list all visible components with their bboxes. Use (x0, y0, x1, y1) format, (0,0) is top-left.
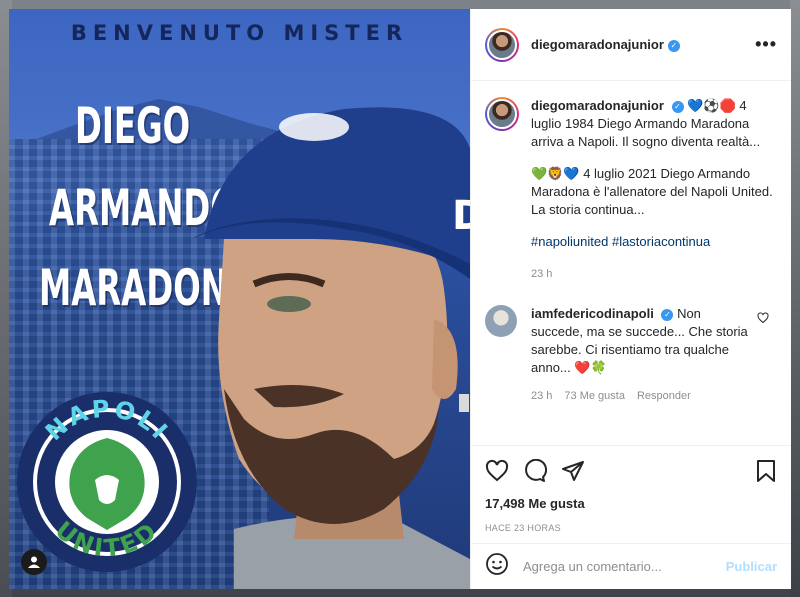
caption-time: 23 h (531, 268, 553, 280)
badge-bottom-text: UNITED (50, 516, 161, 563)
avatar[interactable] (485, 27, 519, 62)
caption-paragraph-1: diegomaradonajunior ✓ 💙⚽🛑 4 luglio 1984 … (531, 97, 777, 151)
caption-hashtags: #napoliunited #lastoriacontinua (531, 233, 777, 251)
header-username[interactable]: diegomaradonajunior ✓ (531, 37, 680, 52)
comment-item: iamfedericodinapoli ✓ Non succede, ma se… (485, 305, 777, 405)
verified-badge-icon: ✓ (671, 101, 684, 113)
post-modal: BENVENUTO MISTER DIEGO ARMANDO MARADONA (9, 9, 791, 589)
publish-button[interactable]: Publicar (726, 559, 777, 574)
post-header: diegomaradonajunior ✓ ••• (471, 9, 791, 81)
emoji-smiley-icon[interactable] (485, 552, 509, 581)
person-icon[interactable] (21, 549, 47, 575)
comment-body: iamfedericodinapoli ✓ Non succede, ma se… (531, 305, 756, 405)
caption-emoji-1: 💙⚽🛑 (687, 98, 736, 113)
reply-button[interactable]: Responder (637, 387, 691, 405)
person-portrait: D (194, 107, 470, 589)
comment-bubble-icon[interactable] (523, 459, 547, 483)
bookmark-save-icon[interactable] (755, 459, 777, 483)
verified-badge-icon: ✓ (667, 40, 680, 52)
commenter-avatar[interactable] (485, 305, 517, 337)
comment-like-heart-icon[interactable] (757, 311, 769, 329)
actions-bar: 17,498 Me gusta HACE 23 HORAS (471, 445, 791, 533)
share-send-icon[interactable] (561, 459, 585, 483)
svg-text:D: D (452, 193, 470, 239)
like-heart-icon[interactable] (485, 459, 509, 483)
verified-badge-icon: ✓ (661, 309, 674, 321)
badge-text-layer: NAPOLI UNITED (40, 395, 175, 563)
svg-text:NAPOLI: NAPOLI (40, 395, 175, 447)
svg-text:UNITED: UNITED (50, 516, 164, 563)
caption-username[interactable]: diegomaradonajunior (531, 98, 664, 113)
comment-input[interactable] (523, 559, 726, 574)
hashtag-links[interactable]: #napoliunited #lastoriacontinua (531, 234, 710, 249)
post-image[interactable]: BENVENUTO MISTER DIEGO ARMANDO MARADONA (9, 9, 470, 589)
badge-top-text: NAPOLI (40, 395, 172, 447)
more-options-icon[interactable]: ••• (755, 34, 777, 55)
image-name-line-1: DIEGO (75, 97, 191, 155)
comment-composer: Publicar (471, 543, 791, 589)
comment-emoji: ❤️🍀 (574, 360, 607, 375)
comment-meta: 23 h 73 Me gusta Responder (531, 387, 756, 405)
header-username-text[interactable]: diegomaradonajunior (531, 37, 664, 52)
comment-likes[interactable]: 73 Me gusta (564, 387, 625, 405)
likes-count[interactable]: 17,498 Me gusta (485, 496, 777, 511)
backdrop-right-strip (790, 0, 800, 597)
comment-time[interactable]: 23 h (531, 387, 552, 405)
comment-username[interactable]: iamfedericodinapoli (531, 306, 654, 321)
person-glyph-icon (28, 556, 40, 568)
image-headline: BENVENUTO MISTER (70, 21, 409, 45)
caption-avatar[interactable] (485, 97, 519, 131)
post-side-panel: diegomaradonajunior ✓ ••• diegomaradonaju… (470, 9, 791, 589)
heart-outline-icon (757, 312, 769, 324)
action-icons (485, 456, 777, 486)
caption: diegomaradonajunior ✓ 💙⚽🛑 4 luglio 1984 … (485, 97, 777, 283)
post-timestamp[interactable]: HACE 23 HORAS (485, 523, 777, 533)
comments-scroll-area[interactable]: diegomaradonajunior ✓ 💙⚽🛑 4 luglio 1984 … (471, 81, 791, 445)
caption-paragraph-2: 💚🦁💙 4 luglio 2021 Diego Armando Maradona… (531, 165, 777, 219)
caption-emoji-2: 💚🦁💙 (531, 166, 580, 181)
caption-body: diegomaradonajunior ✓ 💙⚽🛑 4 luglio 1984 … (531, 97, 777, 283)
